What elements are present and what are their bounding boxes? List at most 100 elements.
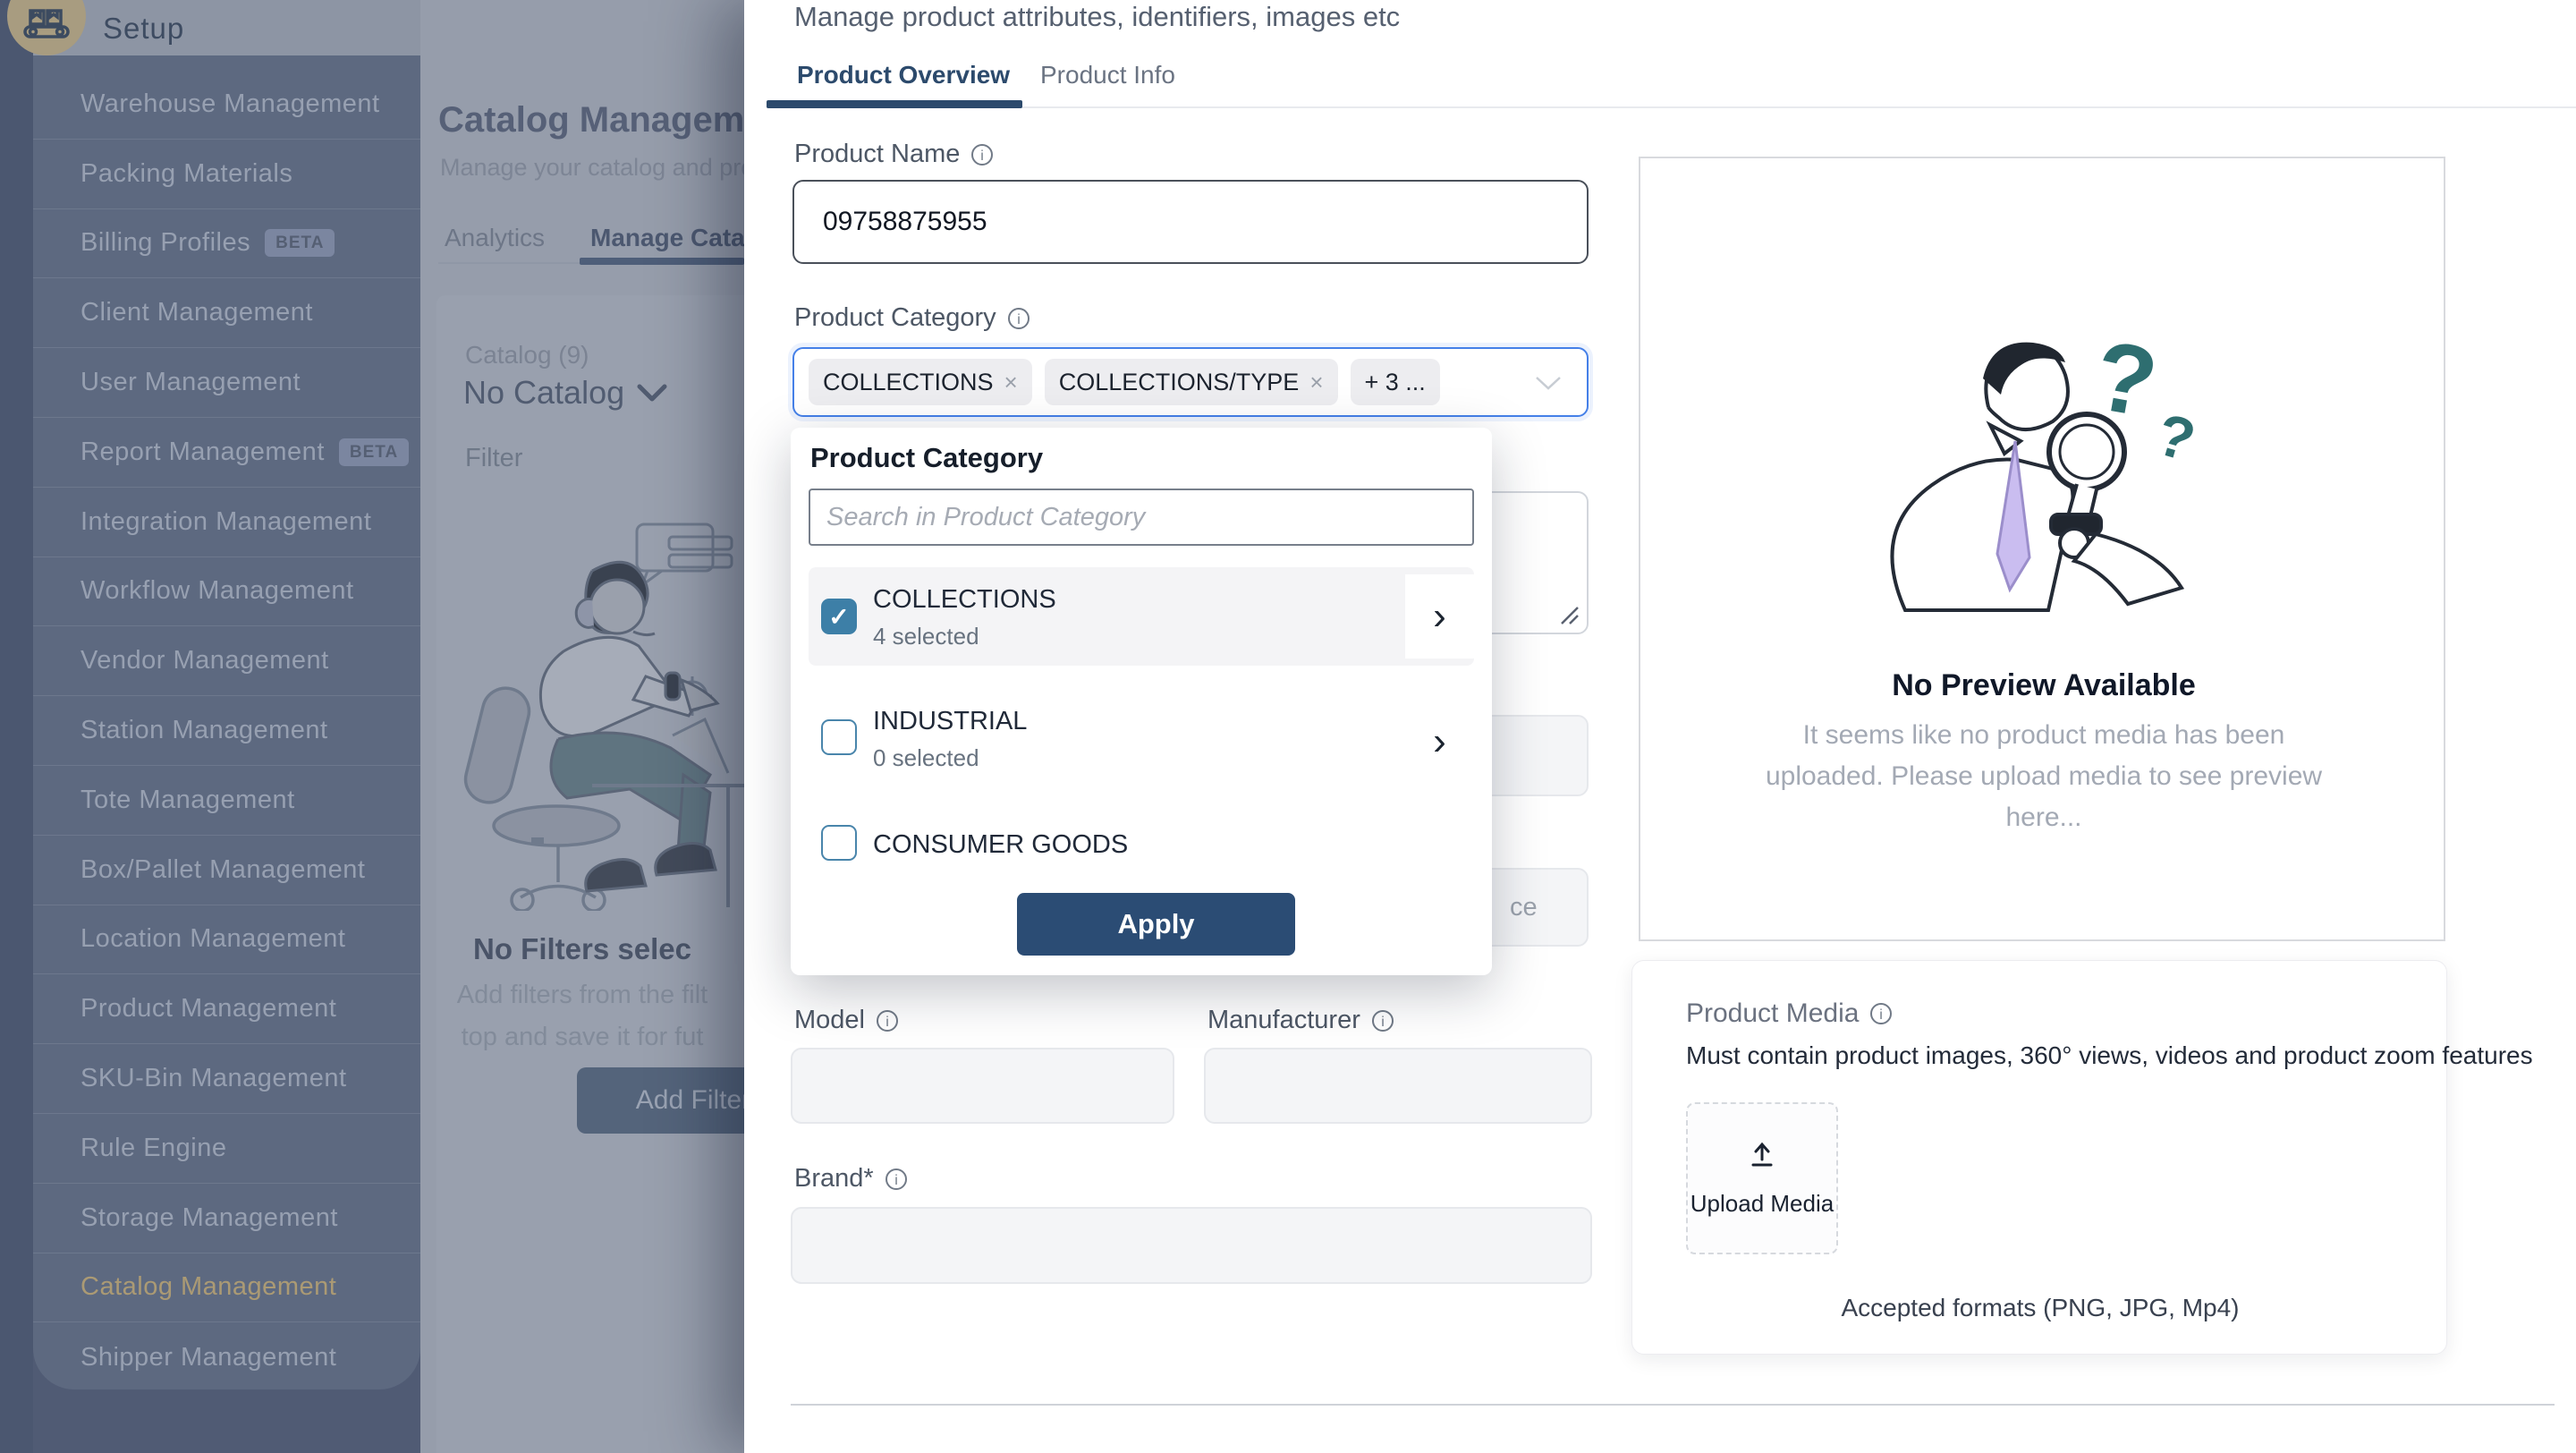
app-root: Warehouse Management Packing Materials B… (0, 0, 2576, 1453)
sidebar-item-product-management[interactable]: Product Management (33, 974, 420, 1044)
info-icon: i (1869, 1002, 1893, 1025)
dropdown-title: Product Category (810, 442, 1043, 474)
chip-remove-icon[interactable]: × (1004, 369, 1018, 396)
no-preview-title: No Preview Available (1640, 668, 2447, 703)
apply-button[interactable]: Apply (1017, 893, 1295, 956)
chevron-down-icon (637, 383, 667, 403)
svg-text:i: i (886, 1015, 889, 1030)
sidebar-item-integration-management[interactable]: Integration Management (33, 488, 420, 557)
expand-option-button[interactable]: › (1405, 710, 1474, 773)
modal-subtitle: Manage product attributes, identifiers, … (794, 1, 1400, 33)
brand-input[interactable] (791, 1207, 1592, 1284)
sidebar-item-catalog-management[interactable]: Catalog Management (33, 1253, 420, 1323)
page-subtitle: Manage your catalog and produc (440, 154, 793, 182)
no-preview-line2: uploaded. Please upload media to see pre… (1640, 756, 2447, 797)
empty-state-line1: Add filters from the filt (457, 981, 708, 1009)
product-category-dropdown: Product Category ✓ COLLECTIONS 4 selecte… (791, 428, 1492, 975)
empty-state-title: No Filters selec (420, 932, 744, 966)
svg-text:i: i (1381, 1015, 1385, 1030)
media-preview-panel: ? ? ? (1639, 157, 2445, 941)
info-icon: i (885, 1168, 908, 1191)
sidebar-item-billing-profiles[interactable]: Billing ProfilesBETA (33, 209, 420, 279)
svg-text:i: i (1880, 1007, 1884, 1023)
info-icon: i (1007, 307, 1030, 330)
tab-product-info[interactable]: Product Info (1040, 61, 1175, 89)
product-media-requirement: Must contain product images, 360° views,… (1686, 1041, 2533, 1070)
category-more-chip[interactable]: + 3 ... (1351, 359, 1440, 405)
sidebar-item-report-management[interactable]: Report ManagementBETA (33, 418, 420, 488)
product-media-card: Product Media i Must contain product ima… (1631, 960, 2447, 1355)
sidebar-item-client-management[interactable]: Client Management (33, 278, 420, 348)
sidebar-item-rule-engine[interactable]: Rule Engine (33, 1114, 420, 1184)
category-chip[interactable]: COLLECTIONS× (809, 359, 1032, 405)
page-title: Catalog Manageme (438, 100, 765, 140)
checkbox-unchecked-icon[interactable] (821, 719, 857, 755)
expand-option-button[interactable]: › (1405, 574, 1474, 659)
category-search-input[interactable] (809, 489, 1474, 546)
modal-active-tab-underline (767, 100, 1022, 108)
catalog-count: Catalog (9) (465, 341, 589, 370)
sidebar-item-user-management[interactable]: User Management (33, 348, 420, 418)
sidebar-item-box-pallet-management[interactable]: Box/Pallet Management (33, 836, 420, 905)
category-option-consumer-goods[interactable]: CONSUMER GOODS (809, 818, 1474, 871)
beta-badge: BETA (265, 229, 335, 257)
sidebar-item-packing-materials[interactable]: Packing Materials (33, 140, 420, 209)
sidebar-item-station-management[interactable]: Station Management (33, 696, 420, 766)
empty-state: No Filters selec (420, 932, 744, 966)
product-name-label: Product Name i (794, 140, 994, 169)
checkbox-unchecked-icon[interactable] (821, 825, 857, 861)
modal-bottom-divider (791, 1404, 2555, 1406)
chevron-right-icon: › (1433, 722, 1446, 761)
category-chip[interactable]: COLLECTIONS/TYPE× (1045, 359, 1338, 405)
conveyor-icon (7, 0, 86, 55)
tab-analytics[interactable]: Analytics (445, 224, 545, 252)
modal-tabs-divider (767, 106, 2576, 108)
beta-badge: BETA (339, 438, 409, 466)
info-icon: i (1371, 1009, 1394, 1032)
info-icon: i (876, 1009, 899, 1032)
upload-media-button[interactable]: Upload Media (1686, 1102, 1838, 1254)
sidebar-item-workflow-management[interactable]: Workflow Management (33, 557, 420, 627)
sidebar: Warehouse Management Packing Materials B… (33, 0, 420, 1389)
checkbox-checked-icon[interactable]: ✓ (821, 599, 857, 634)
info-icon: i (970, 143, 994, 166)
product-name-input[interactable] (792, 180, 1589, 264)
brand-label: Brand* i (794, 1164, 908, 1194)
sidebar-item-sku-bin-management[interactable]: SKU-Bin Management (33, 1044, 420, 1114)
svg-text:i: i (1017, 312, 1021, 327)
category-option-industrial[interactable]: INDUSTRIAL 0 selected › (809, 696, 1474, 786)
no-preview-illustration: ? ? ? (1856, 293, 2232, 633)
option-count: 0 selected (873, 744, 979, 772)
tab-product-overview[interactable]: Product Overview (797, 61, 1010, 89)
sidebar-nav: Warehouse Management Packing Materials B… (33, 70, 420, 1389)
no-preview-line3: here... (1640, 797, 2447, 838)
no-preview-line1: It seems like no product media has been (1640, 715, 2447, 756)
left-rail (0, 0, 33, 1453)
filter-label: Filter (465, 444, 522, 473)
svg-text:?: ? (2149, 400, 2202, 473)
sidebar-item-tote-management[interactable]: Tote Management (33, 766, 420, 836)
resize-handle-icon[interactable] (1556, 602, 1580, 625)
model-label: Model i (794, 1006, 899, 1035)
active-tab-underline (580, 258, 744, 265)
product-category-select[interactable]: COLLECTIONS× COLLECTIONS/TYPE× + 3 ... (792, 347, 1589, 417)
sidebar-item-storage-management[interactable]: Storage Management (33, 1184, 420, 1253)
accepted-formats: Accepted formats (PNG, JPG, Mp4) (1632, 1294, 2448, 1322)
empty-state-line2: top and save it for fut (462, 1023, 704, 1051)
chip-remove-icon[interactable]: × (1309, 369, 1323, 396)
product-category-label: Product Category i (794, 303, 1030, 333)
svg-text:i: i (981, 149, 985, 164)
manufacturer-input[interactable] (1204, 1048, 1592, 1124)
chevron-right-icon: › (1433, 597, 1446, 636)
product-media-label: Product Media i (1686, 998, 1893, 1029)
option-count: 4 selected (873, 623, 979, 650)
svg-text:i: i (894, 1173, 898, 1188)
sidebar-item-location-management[interactable]: Location Management (33, 905, 420, 975)
upload-icon (1747, 1140, 1777, 1170)
sidebar-item-warehouse-management[interactable]: Warehouse Management (33, 70, 420, 140)
category-option-collections[interactable]: ✓ COLLECTIONS 4 selected › (809, 567, 1474, 666)
sidebar-item-shipper-management[interactable]: Shipper Management (33, 1322, 420, 1389)
catalog-selector[interactable]: No Catalog (463, 374, 667, 412)
model-input[interactable] (791, 1048, 1174, 1124)
sidebar-item-vendor-management[interactable]: Vendor Management (33, 626, 420, 696)
